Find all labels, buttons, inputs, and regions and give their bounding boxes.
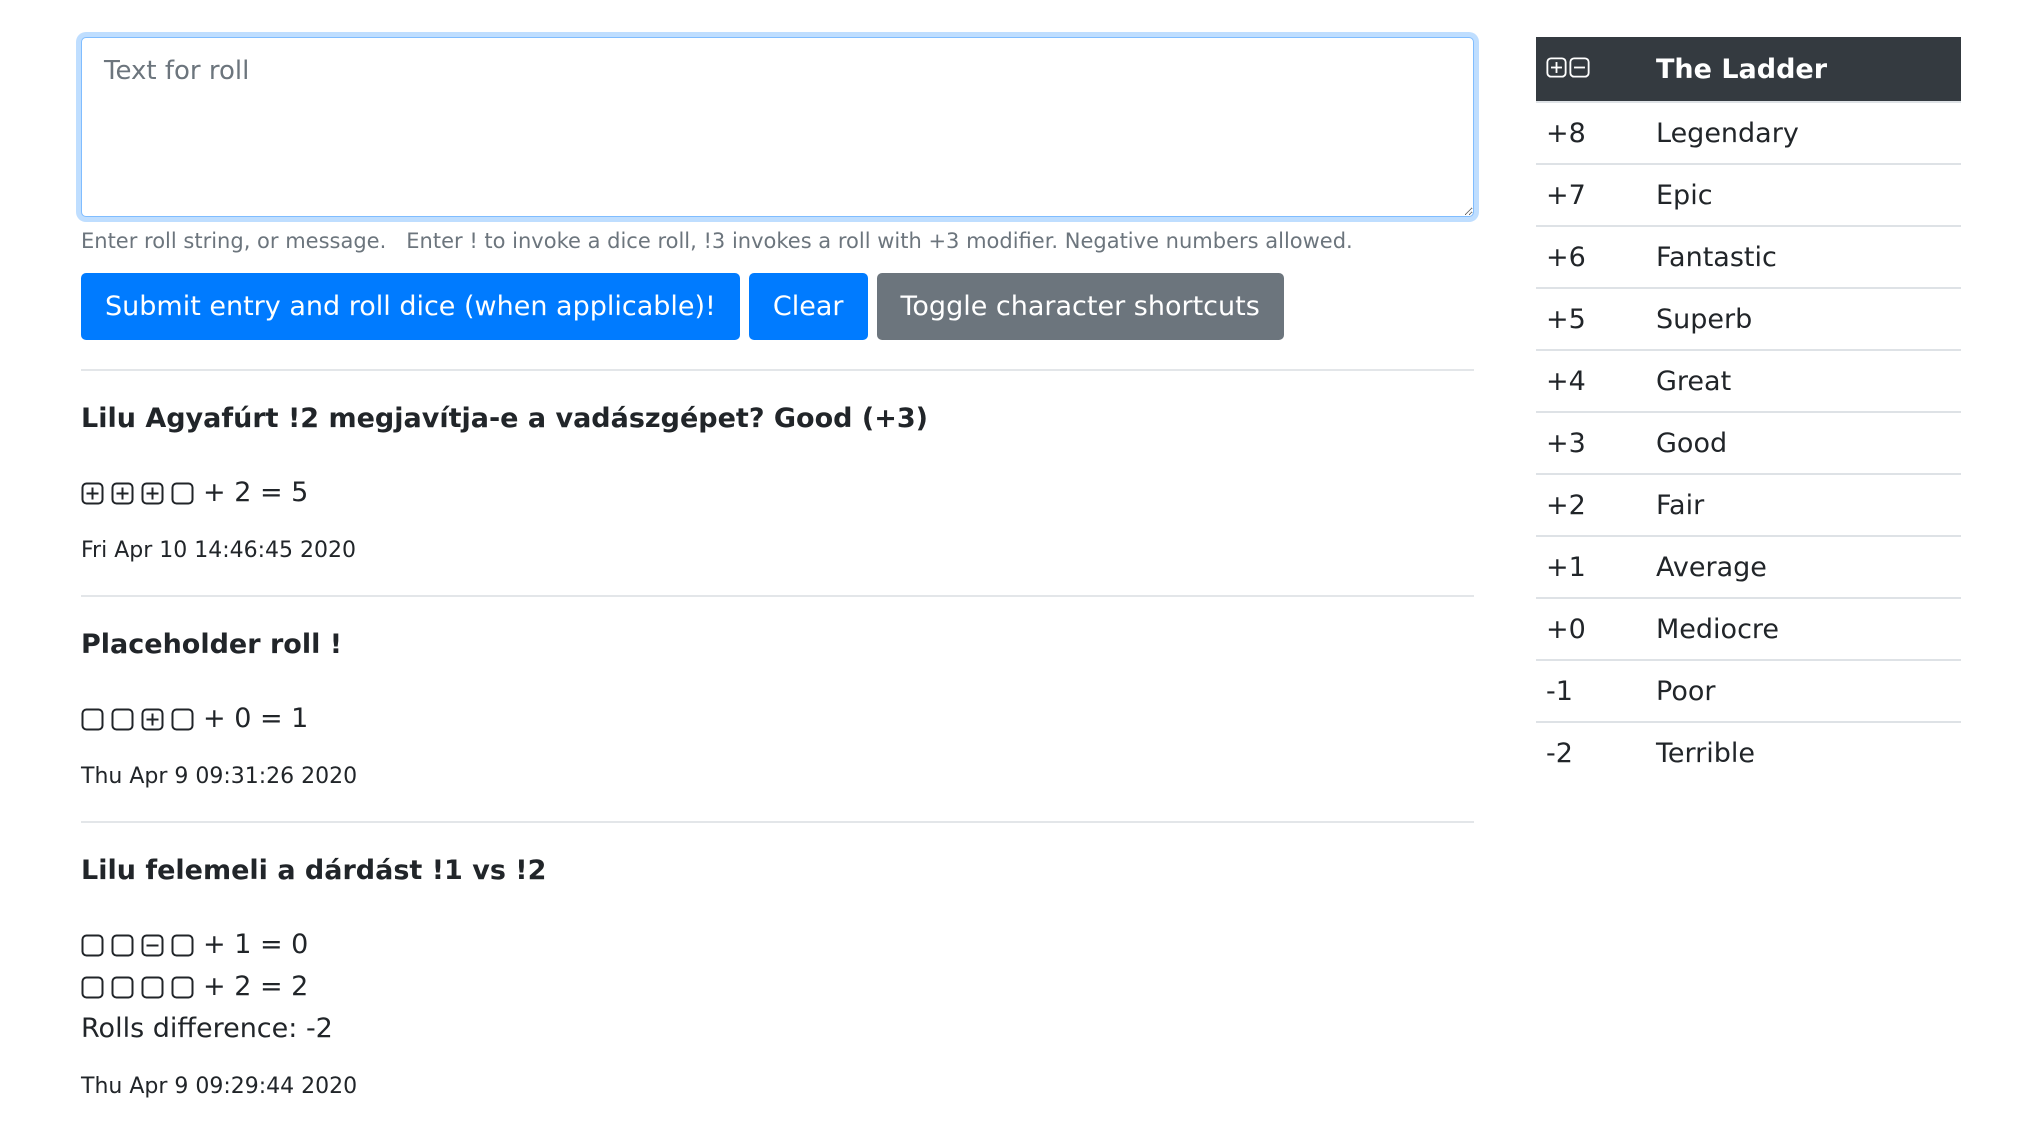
blank-die-icon [171, 934, 194, 957]
ladder-panel: The Ladder +8 Legendary +7 Epic +6 Fantastic +… [1536, 37, 1961, 783]
roll-title: Placeholder roll ! [81, 629, 343, 660]
ladder-row: +1 Average [1536, 535, 1961, 598]
ladder-value: -2 [1536, 721, 1646, 783]
ladder-row: +4 Great [1536, 349, 1961, 412]
dice-line: + 2 = 2 [81, 966, 1474, 1008]
rolls-difference: Rolls difference: -2 [81, 1013, 333, 1044]
plus-die-icon [141, 708, 164, 731]
clear-button[interactable]: Clear [748, 273, 868, 340]
ladder-label: Average [1646, 535, 1961, 598]
ladder-value: +2 [1536, 473, 1646, 536]
dice-line: + 0 = 1 [81, 698, 1474, 740]
ladder-row: +5 Superb [1536, 287, 1961, 350]
ladder-row: +6 Fantastic [1536, 225, 1961, 288]
blank-die-icon [81, 976, 104, 999]
dice-results: + 1 = 0 + 2 = 2 Rolls difference: -2 [81, 924, 1474, 1050]
ladder-label: Good [1646, 411, 1961, 474]
roll-entry: Placeholder roll ! + 0 = 1 Thu Apr 9 09:31… [81, 595, 1474, 792]
roll-history: Lilu Agyafúrt !2 megjavítja-e a vadászgé… [81, 369, 1474, 1102]
roll-result-text: + 2 = 5 [203, 477, 309, 508]
roll-timestamp: Thu Apr 9 09:31:26 2020 [81, 764, 358, 789]
ladder-row: +2 Fair [1536, 473, 1961, 536]
ladder-row: +7 Epic [1536, 163, 1961, 226]
ladder-title: The Ladder [1646, 37, 1961, 102]
ladder-value: +5 [1536, 287, 1646, 350]
blank-die-icon [81, 934, 104, 957]
ladder-label: Terrible [1646, 721, 1961, 783]
minus-die-icon [1569, 54, 1590, 85]
blank-die-icon [111, 708, 134, 731]
plus-die-icon [111, 482, 134, 505]
ladder-row: -1 Poor [1536, 659, 1961, 722]
ladder-label: Epic [1646, 163, 1961, 226]
roll-entry: Lilu felemeli a dárdást !1 vs !2 + 1 = 0 +… [81, 821, 1474, 1102]
dice-results: + 2 = 5 [81, 472, 1474, 514]
ladder-header-icons [1536, 37, 1646, 102]
minus-die-icon [141, 934, 164, 957]
input-help-text: Enter roll string, or message. Enter ! t… [81, 229, 1353, 253]
ladder-label: Superb [1646, 287, 1961, 350]
blank-die-icon [141, 976, 164, 999]
dice-results: + 0 = 1 [81, 698, 1474, 740]
ladder-value: +8 [1536, 101, 1646, 164]
dice-line: + 2 = 5 [81, 472, 1474, 514]
roll-entry: Lilu Agyafúrt !2 megjavítja-e a vadászgé… [81, 369, 1474, 566]
roll-result-text: + 1 = 0 [203, 929, 309, 960]
ladder-value: -1 [1536, 659, 1646, 722]
blank-die-icon [111, 976, 134, 999]
ladder-value: +0 [1536, 597, 1646, 660]
ladder-value: +6 [1536, 225, 1646, 288]
ladder-row: +0 Mediocre [1536, 597, 1961, 660]
ladder-header-row: The Ladder [1536, 37, 1961, 102]
roll-title: Lilu Agyafúrt !2 megjavítja-e a vadászgé… [81, 403, 928, 434]
roll-timestamp: Thu Apr 9 09:29:44 2020 [81, 1074, 358, 1099]
ladder-label: Legendary [1646, 101, 1961, 164]
roll-text-input[interactable] [81, 37, 1474, 217]
roll-result-text: + 0 = 1 [203, 703, 309, 734]
ladder-value: +4 [1536, 349, 1646, 412]
plus-die-icon [141, 482, 164, 505]
blank-die-icon [171, 482, 194, 505]
ladder-table: The Ladder +8 Legendary +7 Epic +6 Fantastic +… [1536, 37, 1961, 783]
ladder-label: Poor [1646, 659, 1961, 722]
action-buttons: Submit entry and roll dice (when applica… [81, 273, 1474, 340]
roll-title: Lilu felemeli a dárdást !1 vs !2 [81, 855, 547, 886]
blank-die-icon [111, 934, 134, 957]
ladder-label: Mediocre [1646, 597, 1961, 660]
ladder-value: +7 [1536, 163, 1646, 226]
ladder-label: Fantastic [1646, 225, 1961, 288]
plus-die-icon [1546, 54, 1567, 85]
ladder-row: +3 Good [1536, 411, 1961, 474]
roll-result-text: + 2 = 2 [203, 971, 309, 1002]
ladder-row: +8 Legendary [1536, 101, 1961, 164]
ladder-value: +3 [1536, 411, 1646, 474]
ladder-value: +1 [1536, 535, 1646, 598]
blank-die-icon [81, 708, 104, 731]
roll-timestamp: Fri Apr 10 14:46:45 2020 [81, 538, 357, 563]
ladder-row: -2 Terrible [1536, 721, 1961, 783]
main-column: Enter roll string, or message. Enter ! t… [81, 37, 1474, 1102]
dice-line: + 1 = 0 [81, 924, 1474, 966]
ladder-label: Great [1646, 349, 1961, 412]
toggle-shortcuts-button[interactable]: Toggle character shortcuts [876, 273, 1284, 340]
ladder-label: Fair [1646, 473, 1961, 536]
blank-die-icon [171, 976, 194, 999]
submit-roll-button[interactable]: Submit entry and roll dice (when applica… [81, 273, 740, 340]
plus-die-icon [81, 482, 104, 505]
blank-die-icon [171, 708, 194, 731]
